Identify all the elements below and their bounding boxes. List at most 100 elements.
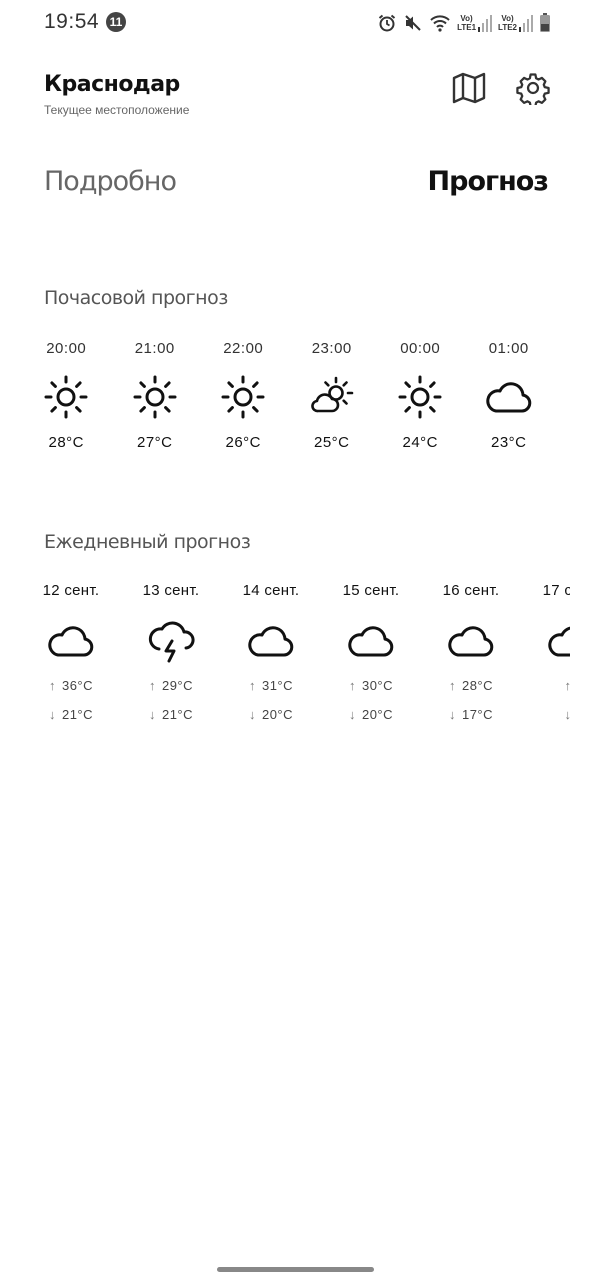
arrow-down-icon: ↓ [148,707,156,722]
status-bar: 19:54 11 Vo) LTE1 Vo) LTE2 [0,0,591,46]
sun-icon [111,372,200,422]
max-temp-value: 36°C [61,678,94,693]
daily-item: 15 сент. ↑ 30°C ↓ 20°C [321,582,421,722]
mute-icon [403,13,423,33]
battery-icon [539,13,551,33]
hour-temperature: 24°C [402,434,438,451]
day-min-temp: ↓ 20°C [321,707,421,722]
day-min-temp: ↓ 17°C [421,707,521,722]
day-max-temp: ↑ 28°C [421,678,521,693]
arrow-down-icon: ↓ [564,707,571,722]
hourly-item: 01:00 23°C [465,340,554,451]
day-min-temp: ↓ 21°C [121,707,221,722]
thunderstorm-icon [121,616,221,666]
notification-count-badge: 11 [106,12,126,32]
cloud-icon [521,616,570,666]
arrow-down-icon: ↓ [248,707,256,722]
sun-icon [376,372,465,422]
sim2-signal-icon: Vo) LTE2 [498,14,533,32]
cloud-icon [465,372,554,422]
alarm-icon [377,13,397,33]
arrow-up-icon: ↑ [48,678,56,693]
max-temp-value: 28°C [461,678,494,693]
min-temp-value: 21°C [161,707,194,722]
day-date: 17 сент. [542,582,570,599]
min-temp-value: 20°C [361,707,394,722]
daily-item: 13 сент. ↑ 29°C ↓ 21°C [121,582,221,722]
settings-button[interactable] [515,70,551,106]
day-date: 14 сент. [242,582,300,599]
max-temp-value: 29°C [161,678,194,693]
sun-icon [22,372,111,422]
hourly-item: 20:00 28°C [22,340,111,451]
hour-temperature: 25°C [313,434,350,451]
max-temp-value: 30°C [361,678,394,693]
daily-forecast-title: Ежедневный прогноз [44,531,251,553]
hourly-item: 23:00 25°C [288,340,377,451]
daily-item: 17 сент. ↑ ↓ [521,582,570,722]
day-max-temp: ↑ 36°C [21,678,121,693]
sim2-lte-label: Vo) LTE2 [498,14,517,32]
hour-time: 23:00 [311,340,352,357]
arrow-up-icon: ↑ [564,678,571,693]
location-subtitle: Текущее местоположение [44,103,190,117]
day-date: 12 сент. [42,582,100,599]
hourly-item: 22:00 26°C [199,340,288,451]
hour-temperature: 23°C [490,434,527,451]
day-date: 16 сент. [442,582,500,599]
daily-item: 16 сент. ↑ 28°C ↓ 17°C [421,582,521,722]
daily-forecast-scroller[interactable]: 12 сент. ↑ 36°C ↓ 21°C 13 сент. ↑ 29°C ↓ 21°C 14 с… [0,582,570,742]
cloud-icon [21,616,121,666]
hourly-forecast-title: Почасовой прогноз [44,287,228,309]
wifi-icon [429,13,451,33]
home-indicator[interactable] [217,1267,374,1272]
day-min-temp: ↓ 21°C [21,707,121,722]
arrow-up-icon: ↑ [248,678,256,693]
city-name: Краснодар [44,72,180,97]
day-date: 15 сент. [342,582,400,599]
hourly-forecast-list: 20:00 28°C 21:00 27°C 22:00 26°C 23:00 25°C 00:0… [22,340,553,451]
min-temp-value: 21°C [61,707,94,722]
sim1-lte-label: Vo) LTE1 [457,14,477,32]
hour-temperature: 27°C [136,434,173,451]
partly-cloudy-icon [288,372,377,422]
gear-icon [516,73,550,105]
day-date: 13 сент. [142,582,200,599]
tab-detail[interactable]: Подробно [44,166,177,197]
min-temp-value: 20°C [261,707,294,722]
arrow-up-icon: ↑ [348,678,356,693]
arrow-down-icon: ↓ [48,707,56,722]
hour-time: 01:00 [488,340,529,357]
arrow-up-icon: ↑ [448,678,456,693]
tab-forecast[interactable]: Прогноз [428,166,549,197]
sun-icon [199,372,288,422]
cloud-icon [321,616,421,666]
hour-time: 00:00 [400,340,441,357]
hour-time: 21:00 [134,340,175,357]
day-max-temp: ↑ 30°C [321,678,421,693]
daily-item: 14 сент. ↑ 31°C ↓ 20°C [221,582,321,722]
day-max-temp: ↑ 31°C [221,678,321,693]
day-min-temp: ↓ 20°C [221,707,321,722]
sim1-signal-icon: Vo) LTE1 [457,14,493,32]
map-icon [452,72,486,104]
hourly-item: 21:00 27°C [111,340,200,451]
status-icons: Vo) LTE1 Vo) LTE2 [377,11,551,35]
cloud-icon [421,616,521,666]
status-time: 19:54 [44,10,100,33]
hourly-item: 00:00 24°C [376,340,465,451]
hour-time: 20:00 [46,340,87,357]
day-max-temp: ↑ [521,678,571,693]
map-button[interactable] [451,70,487,106]
daily-forecast-list: 12 сент. ↑ 36°C ↓ 21°C 13 сент. ↑ 29°C ↓ 21°C 14 с… [21,582,570,722]
arrow-down-icon: ↓ [348,707,356,722]
max-temp-value: 31°C [261,678,294,693]
hour-temperature: 28°C [48,434,84,451]
arrow-down-icon: ↓ [448,707,456,722]
daily-item: 12 сент. ↑ 36°C ↓ 21°C [21,582,121,722]
header-actions [451,70,551,106]
day-max-temp: ↑ 29°C [121,678,221,693]
cloud-icon [221,616,321,666]
arrow-up-icon: ↑ [148,678,156,693]
min-temp-value: 17°C [461,707,494,722]
